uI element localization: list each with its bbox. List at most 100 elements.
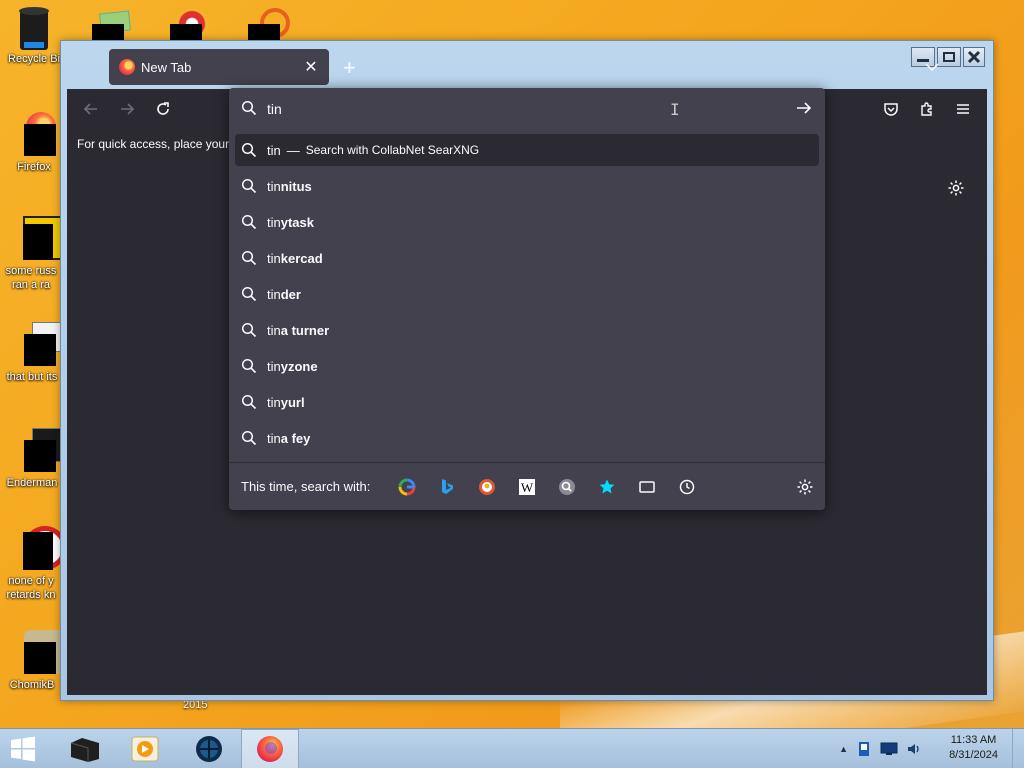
suggestion-completion: nitus bbox=[280, 178, 312, 194]
bing-engine-button[interactable] bbox=[437, 477, 457, 497]
forward-arrow-icon bbox=[121, 103, 135, 115]
taskbar-app-media-player[interactable] bbox=[116, 729, 174, 768]
list-all-tabs-button[interactable] bbox=[925, 59, 939, 75]
suggestion-row[interactable]: tin yzone bbox=[235, 348, 819, 384]
suggestion-completion: der bbox=[280, 286, 301, 302]
clock-time: 11:33 AM bbox=[950, 734, 997, 746]
text-cursor-icon: I bbox=[670, 100, 680, 119]
search-icon bbox=[241, 394, 257, 413]
app-menu-button[interactable] bbox=[953, 99, 973, 119]
back-button[interactable] bbox=[81, 99, 101, 119]
back-arrow-icon bbox=[83, 103, 97, 115]
close-window-button[interactable] bbox=[963, 47, 985, 67]
maximize-button[interactable] bbox=[937, 47, 961, 67]
hamburger-icon bbox=[957, 104, 969, 114]
suggestion-row[interactable]: tin nitus bbox=[235, 168, 819, 204]
forward-button[interactable] bbox=[117, 99, 137, 119]
start-button[interactable] bbox=[0, 729, 46, 768]
media-player-icon bbox=[131, 736, 159, 762]
customize-new-tab-button[interactable] bbox=[947, 179, 965, 202]
one-off-label: This time, search with: bbox=[241, 479, 371, 494]
urlbar-popup: I tin — Search with CollabNet SearXNG ti… bbox=[229, 88, 825, 510]
suggestion-typed: tin bbox=[267, 394, 281, 410]
duckduckgo-icon bbox=[479, 479, 495, 495]
tab-close-button[interactable]: ✕ bbox=[303, 57, 319, 77]
gear-icon bbox=[948, 180, 964, 196]
system-tray: ▲ bbox=[839, 741, 922, 757]
taskbar-app-globe[interactable] bbox=[180, 729, 238, 768]
speaker-icon[interactable] bbox=[906, 741, 922, 757]
search-icon bbox=[241, 430, 257, 449]
suggestion-row[interactable]: tin ytask bbox=[235, 204, 819, 240]
desktop-icon-top-3[interactable] bbox=[248, 8, 292, 42]
show-hidden-icons-button[interactable]: ▲ bbox=[839, 744, 848, 754]
urlbar-input[interactable] bbox=[267, 98, 767, 120]
search-icon bbox=[241, 250, 257, 269]
desktop-icon-chomikb[interactable]: ChomikB bbox=[0, 630, 66, 692]
suggestion-completion: kercad bbox=[280, 250, 323, 266]
urlbar-input-row: I bbox=[229, 88, 825, 130]
suggestion-typed: tin bbox=[267, 250, 281, 266]
row-action-text: Search with CollabNet SearXNG bbox=[305, 143, 480, 157]
network-monitor-icon[interactable] bbox=[880, 742, 898, 756]
bookmarks-search-button[interactable] bbox=[597, 477, 617, 497]
desktop-icon-some-russ[interactable]: some russ ran a ra bbox=[0, 216, 67, 292]
history-search-button[interactable] bbox=[677, 477, 697, 497]
desktop-icon-recycle-bin[interactable]: Recycle Bi bbox=[2, 4, 66, 66]
tab-strip: New Tab ✕ + bbox=[67, 49, 939, 85]
taskbar-app-firefox[interactable] bbox=[241, 729, 299, 768]
taskbar-clock[interactable]: 11:33 AM 8/31/2024 bbox=[949, 733, 998, 763]
google-engine-button[interactable] bbox=[397, 477, 417, 497]
desktop-icon-top-2[interactable] bbox=[170, 8, 214, 42]
suggestion-list: tin nitus tin ytask tin kercad tin der tin a turn… bbox=[235, 168, 819, 456]
suggestion-typed: tin bbox=[267, 322, 281, 338]
suggestion-completion: yurl bbox=[280, 394, 305, 410]
desktop-icon-enderman[interactable]: Enderman bbox=[0, 428, 66, 490]
reload-button[interactable] bbox=[153, 99, 173, 119]
extensions-button[interactable] bbox=[917, 99, 937, 119]
firefox-icon bbox=[257, 736, 283, 762]
svg-text:W: W bbox=[521, 480, 534, 495]
duckduckgo-engine-button[interactable] bbox=[477, 477, 497, 497]
suggestion-completion: a fey bbox=[280, 430, 311, 446]
desktop-icon-firefox[interactable]: Firefox bbox=[2, 112, 66, 174]
suggestion-row[interactable]: tin a turner bbox=[235, 312, 819, 348]
wikipedia-icon: W bbox=[519, 479, 535, 495]
flag-tray-icon[interactable] bbox=[856, 741, 872, 757]
close-icon bbox=[967, 50, 981, 64]
suggestion-row[interactable]: tin der bbox=[235, 276, 819, 312]
history-icon bbox=[679, 479, 695, 495]
suggestion-row[interactable]: tin kercad bbox=[235, 240, 819, 276]
taskbar: ▲ 11:33 AM 8/31/2024 bbox=[0, 728, 1024, 768]
pocket-button[interactable] bbox=[881, 99, 901, 119]
suggestion-typed: tin bbox=[267, 178, 281, 194]
pocket-icon bbox=[884, 103, 898, 116]
windows-logo-icon bbox=[11, 736, 35, 762]
show-desktop-button[interactable] bbox=[1012, 729, 1024, 768]
wikipedia-engine-button[interactable]: W bbox=[517, 477, 537, 497]
suggestion-completion: yzone bbox=[280, 358, 318, 374]
row-typed-text: tin bbox=[267, 142, 281, 158]
bing-icon bbox=[442, 479, 453, 494]
taskbar-app-1[interactable] bbox=[56, 729, 114, 768]
desktop-icon-none-of-y[interactable]: none of y retards kn bbox=[0, 526, 67, 602]
desktop-icon-top-1[interactable] bbox=[92, 10, 136, 56]
search-with-engine-row[interactable]: tin — Search with CollabNet SearXNG bbox=[235, 134, 819, 166]
suggestion-typed: tin bbox=[267, 358, 281, 374]
go-button[interactable] bbox=[795, 99, 813, 122]
clock-date: 8/31/2024 bbox=[949, 749, 998, 761]
suggestion-row[interactable]: tin yurl bbox=[235, 384, 819, 420]
desktop-icon-that-but-its[interactable]: that but its bbox=[0, 322, 64, 384]
suggestion-row[interactable]: tin a fey bbox=[235, 420, 819, 456]
tab-new-tab[interactable]: New Tab ✕ bbox=[109, 49, 329, 85]
searxng-engine-button[interactable] bbox=[557, 477, 577, 497]
search-settings-button[interactable] bbox=[795, 477, 815, 497]
new-tab-button[interactable]: + bbox=[343, 55, 356, 81]
tabs-search-button[interactable] bbox=[637, 477, 657, 497]
dark-box-app-icon bbox=[70, 738, 99, 762]
urlbar-results: tin — Search with CollabNet SearXNG tin n… bbox=[235, 134, 819, 456]
suggestion-typed: tin bbox=[267, 214, 281, 230]
bookmarks-star-icon bbox=[599, 479, 615, 494]
globe-app-icon bbox=[196, 736, 222, 762]
suggestion-completion: a turner bbox=[280, 322, 330, 338]
